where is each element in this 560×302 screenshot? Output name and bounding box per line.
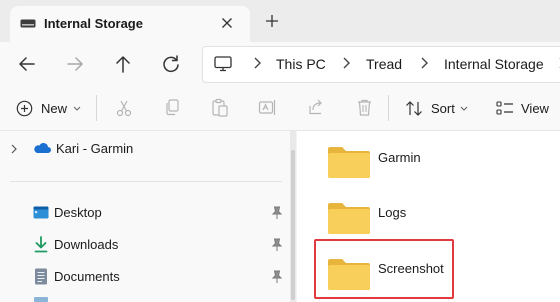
chevron-down-icon bbox=[460, 106, 468, 111]
copy-icon[interactable] bbox=[163, 98, 181, 116]
view-button[interactable]: View bbox=[494, 97, 560, 119]
tab-strip: Internal Storage bbox=[0, 0, 560, 42]
delete-icon[interactable] bbox=[356, 98, 373, 117]
folder-name: Garmin bbox=[378, 150, 421, 165]
monitor-icon bbox=[214, 56, 232, 72]
command-bar: New Sort View bbox=[0, 86, 560, 131]
drive-icon bbox=[20, 19, 36, 28]
cut-icon[interactable] bbox=[115, 99, 133, 117]
navigation-pane: Kari - Garmin Desktop Downloads Document… bbox=[0, 131, 290, 302]
folder-item-garmin[interactable]: Garmin bbox=[322, 141, 542, 181]
documents-icon bbox=[35, 268, 47, 285]
pin-icon[interactable] bbox=[271, 206, 283, 220]
pin-icon[interactable] bbox=[271, 238, 283, 252]
onedrive-cloud-icon bbox=[34, 143, 51, 153]
sort-icon bbox=[406, 101, 422, 116]
sidebar-item-label: Kari - Garmin bbox=[56, 141, 134, 156]
sidebar-item-downloads[interactable]: Downloads bbox=[26, 233, 288, 257]
chevron-right-icon[interactable] bbox=[10, 143, 18, 155]
refresh-icon[interactable] bbox=[155, 48, 187, 80]
tab-internal-storage[interactable]: Internal Storage bbox=[10, 6, 250, 42]
nav-scrollbar-thumb[interactable] bbox=[291, 150, 295, 300]
highlight-box bbox=[314, 239, 454, 299]
breadcrumb[interactable]: This PC Tread Internal Storage bbox=[202, 46, 560, 83]
chevron-right-icon[interactable] bbox=[418, 55, 430, 71]
address-row: This PC Tread Internal Storage bbox=[0, 42, 560, 86]
breadcrumb-this-pc[interactable]: This PC bbox=[276, 56, 326, 72]
folder-name: Logs bbox=[378, 205, 407, 220]
desktop-icon bbox=[33, 206, 49, 219]
chevron-right-icon[interactable] bbox=[340, 55, 352, 71]
divider bbox=[96, 95, 97, 121]
divider bbox=[388, 95, 389, 121]
sidebar-item-label: Desktop bbox=[54, 205, 102, 220]
sort-button[interactable]: Sort bbox=[403, 97, 473, 119]
folder-icon bbox=[328, 147, 370, 178]
sidebar-item-documents[interactable]: Documents bbox=[26, 265, 288, 289]
breadcrumb-internal-storage[interactable]: Internal Storage bbox=[444, 56, 544, 72]
sort-label: Sort bbox=[431, 101, 455, 116]
chevron-right-icon[interactable] bbox=[556, 55, 560, 71]
share-icon[interactable] bbox=[307, 98, 325, 116]
chevron-right-icon[interactable] bbox=[251, 55, 263, 71]
new-button[interactable]: New bbox=[14, 97, 86, 119]
sidebar-item-desktop[interactable]: Desktop bbox=[26, 201, 288, 225]
sidebar-item-onedrive[interactable]: Kari - Garmin bbox=[6, 137, 256, 161]
folder-item-logs[interactable]: Logs bbox=[322, 197, 542, 237]
new-label: New bbox=[41, 101, 68, 116]
sidebar-item-label: Downloads bbox=[54, 237, 119, 252]
divider bbox=[10, 181, 282, 182]
partial-item-icon bbox=[34, 297, 48, 302]
pin-icon[interactable] bbox=[271, 270, 283, 284]
sidebar-item-label: Documents bbox=[54, 269, 120, 284]
forward-arrow-icon[interactable] bbox=[59, 48, 91, 80]
breadcrumb-tread[interactable]: Tread bbox=[366, 56, 402, 72]
view-label: View bbox=[521, 101, 549, 116]
folder-icon bbox=[328, 203, 370, 234]
new-tab-plus-icon[interactable] bbox=[260, 9, 284, 33]
paste-icon[interactable] bbox=[211, 98, 229, 117]
tab-title: Internal Storage bbox=[44, 16, 143, 31]
up-arrow-icon[interactable] bbox=[107, 48, 139, 80]
plus-circle-icon bbox=[16, 100, 33, 117]
back-arrow-icon[interactable] bbox=[11, 48, 43, 80]
list-view-icon bbox=[496, 101, 513, 115]
download-icon bbox=[34, 236, 48, 253]
rename-icon[interactable] bbox=[258, 98, 277, 117]
chevron-down-icon bbox=[73, 106, 81, 111]
close-icon[interactable] bbox=[215, 11, 239, 35]
